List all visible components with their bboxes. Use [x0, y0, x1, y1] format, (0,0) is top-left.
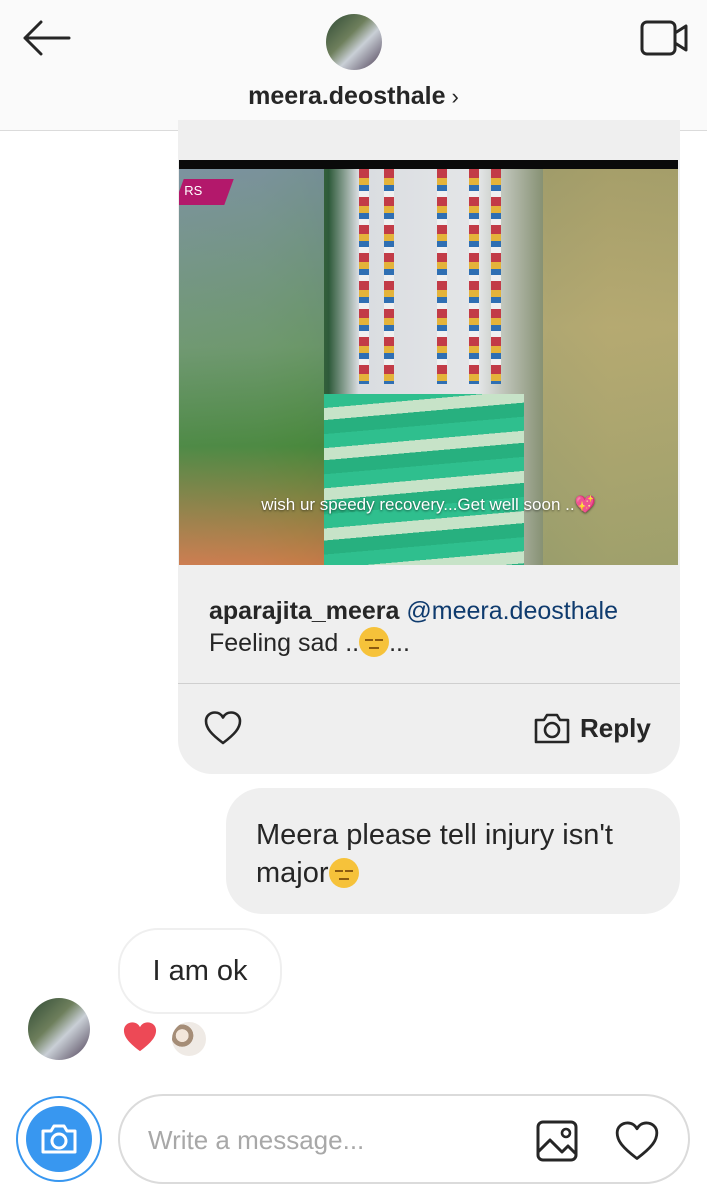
received-message-text: I am ok	[152, 954, 248, 987]
sent-message-line-1: Meera please tell injury isn't	[256, 819, 613, 851]
heart-reaction[interactable]	[120, 1018, 160, 1056]
post-media-thumbnail[interactable]: RS wish ur speedy recovery...Get well so…	[179, 160, 678, 565]
media-top-bar	[179, 160, 678, 169]
post-text: Feeling sad .....	[209, 627, 410, 657]
heart-outline-icon	[204, 711, 242, 745]
gallery-button[interactable]	[534, 1118, 580, 1164]
back-button[interactable]	[18, 14, 74, 62]
reply-button[interactable]: Reply	[532, 708, 662, 748]
sent-message-bubble[interactable]: Meera please tell injury isn't major	[226, 788, 680, 914]
heart-send-button[interactable]	[612, 1118, 662, 1164]
chat-header: meera.deosthale ›	[0, 0, 707, 131]
green-cloth	[324, 394, 524, 565]
message-composer	[118, 1094, 690, 1184]
sad-emoji-icon	[359, 627, 390, 657]
message-input[interactable]	[148, 1116, 528, 1164]
post-info: aparajita_meera @meera.deosthale Feeling…	[209, 596, 669, 660]
camera-button[interactable]	[16, 1096, 102, 1182]
arrow-left-icon	[23, 20, 71, 56]
like-button[interactable]	[202, 708, 244, 748]
image-gallery-icon	[536, 1120, 578, 1162]
video-caption: wish ur speedy recovery...Get well soon …	[261, 495, 596, 514]
video-call-button[interactable]	[636, 16, 692, 60]
channel-tag: RS	[179, 179, 234, 205]
divider	[178, 683, 680, 684]
camera-icon	[41, 1124, 77, 1154]
post-author[interactable]: aparajita_meera	[209, 597, 399, 625]
contact-username-link[interactable]: meera.deosthale ›	[0, 82, 707, 111]
video-call-icon	[640, 20, 688, 56]
sent-message-line-2: major	[256, 854, 650, 892]
contact-username: meera.deosthale	[248, 82, 446, 110]
camera-outline-icon	[534, 713, 570, 744]
chevron-right-icon: ›	[451, 84, 459, 109]
sender-avatar[interactable]	[28, 998, 90, 1060]
post-mention[interactable]: @meera.deosthale	[406, 597, 618, 625]
reply-label: Reply	[580, 712, 651, 743]
shared-post-card[interactable]: RS wish ur speedy recovery...Get well so…	[178, 120, 680, 774]
sad-emoji-icon	[328, 858, 359, 888]
received-message-bubble[interactable]: I am ok	[118, 928, 282, 1014]
heart-outline-icon	[615, 1121, 659, 1160]
reactor-avatar[interactable]	[170, 1020, 208, 1058]
contact-avatar[interactable]	[326, 14, 382, 70]
post-attribution: aparajita_meera @meera.deosthale	[209, 596, 669, 626]
heart-filled-icon	[123, 1022, 157, 1052]
video-frame: RS wish ur speedy recovery...Get well so…	[179, 169, 678, 565]
